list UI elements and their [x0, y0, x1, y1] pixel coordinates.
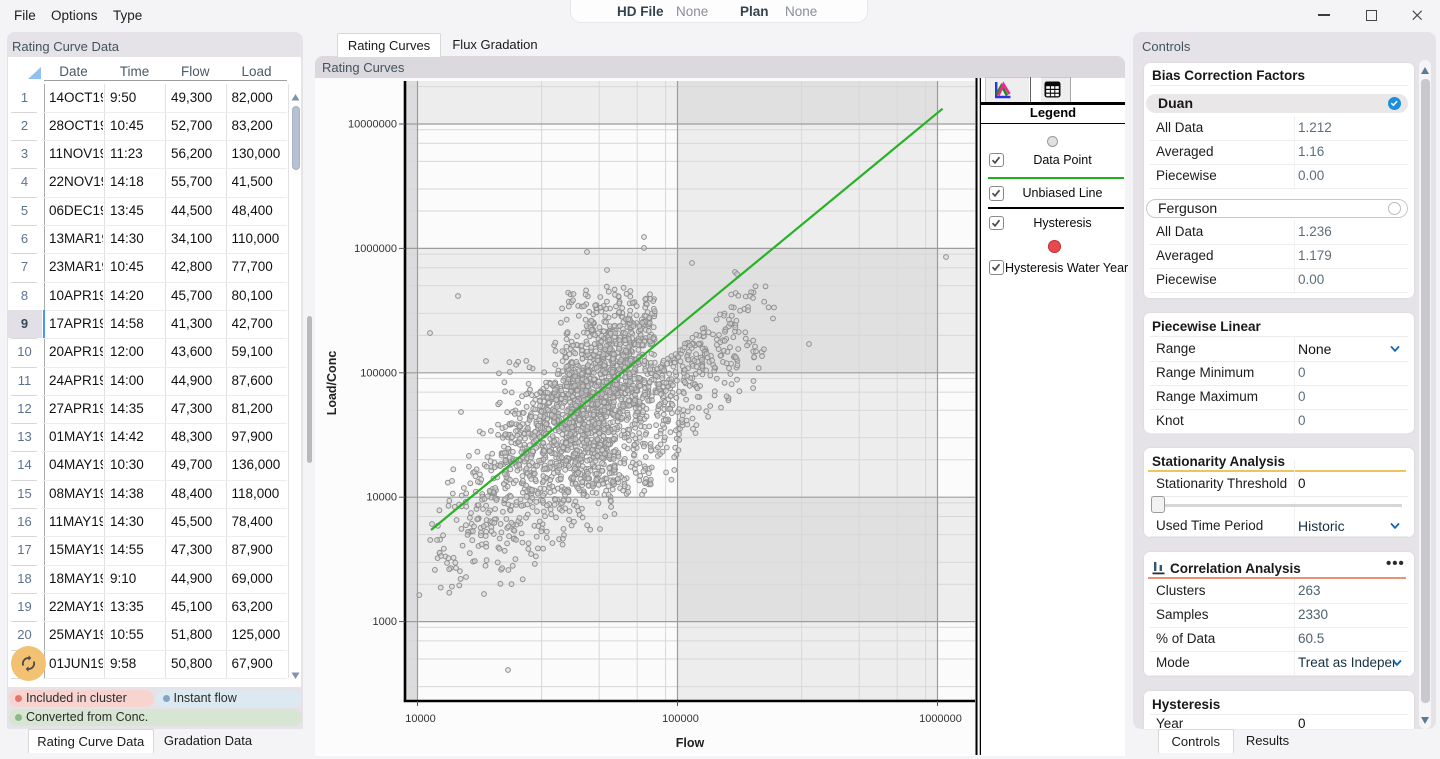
svg-text:1000000: 1000000 [919, 713, 962, 725]
svg-text:Load/Conc: Load/Conc [325, 351, 339, 416]
svg-text:Flow: Flow [676, 736, 705, 750]
svg-text:10000000: 10000000 [348, 119, 397, 131]
svg-text:100000: 100000 [662, 713, 699, 725]
svg-text:10000: 10000 [405, 713, 436, 725]
svg-text:100000: 100000 [360, 367, 397, 379]
svg-text:1000000: 1000000 [354, 243, 397, 255]
svg-text:10000: 10000 [366, 492, 397, 504]
svg-text:1000: 1000 [373, 616, 397, 628]
